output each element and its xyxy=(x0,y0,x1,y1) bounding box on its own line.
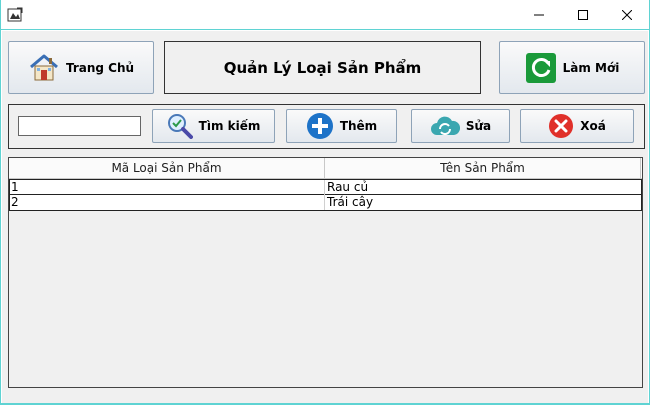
refresh-button-label: Làm Mới xyxy=(562,60,620,75)
house-icon xyxy=(29,54,58,80)
search-button-label: Tìm kiếm xyxy=(198,119,261,133)
add-button[interactable]: Thêm xyxy=(286,109,397,143)
java-app-icon xyxy=(7,7,23,23)
plus-icon xyxy=(306,113,333,139)
close-icon xyxy=(622,10,632,20)
product-type-table[interactable]: Mã Loại Sản Phẩm Tên Sản Phẩm 1 Rau củ 2… xyxy=(8,157,643,388)
home-button[interactable]: Trang Chủ xyxy=(8,41,154,94)
delete-button[interactable]: Xoá xyxy=(520,109,634,143)
table-cell-name[interactable]: Rau củ xyxy=(325,180,641,195)
page-title: Quản Lý Loại Sản Phẩm xyxy=(164,41,481,94)
search-button[interactable]: Tìm kiếm xyxy=(152,109,275,143)
maximize-button[interactable] xyxy=(561,0,605,30)
table-row[interactable]: 1 Rau củ xyxy=(9,179,642,195)
delete-button-label: Xoá xyxy=(580,119,606,133)
edit-button-label: Sửa xyxy=(465,119,492,133)
close-button[interactable] xyxy=(605,0,649,30)
table-cell-name[interactable]: Trái cây xyxy=(325,195,641,210)
edit-button[interactable]: Sửa xyxy=(411,109,510,143)
magnifier-icon xyxy=(167,114,193,139)
cloud-sync-icon xyxy=(430,116,460,135)
title-bar xyxy=(1,0,649,30)
minimize-button[interactable] xyxy=(517,0,561,30)
maximize-icon xyxy=(578,10,588,20)
column-header-name[interactable]: Tên Sản Phẩm xyxy=(325,158,641,179)
search-input[interactable] xyxy=(18,116,141,136)
add-button-label: Thêm xyxy=(339,119,378,133)
table-cell-code[interactable]: 2 xyxy=(9,195,325,210)
table-cell-code[interactable]: 1 xyxy=(9,180,325,195)
page-title-text: Quản Lý Loại Sản Phẩm xyxy=(223,58,422,77)
refresh-icon xyxy=(525,52,556,83)
table-header: Mã Loại Sản Phẩm Tên Sản Phẩm xyxy=(9,158,642,179)
table-row[interactable]: 2 Trái cây xyxy=(9,195,642,211)
delete-icon xyxy=(549,114,574,138)
home-button-label: Trang Chủ xyxy=(65,60,135,75)
minimize-icon xyxy=(534,14,544,16)
column-header-code[interactable]: Mã Loại Sản Phẩm xyxy=(9,158,325,179)
refresh-button[interactable]: Làm Mới xyxy=(499,41,645,94)
